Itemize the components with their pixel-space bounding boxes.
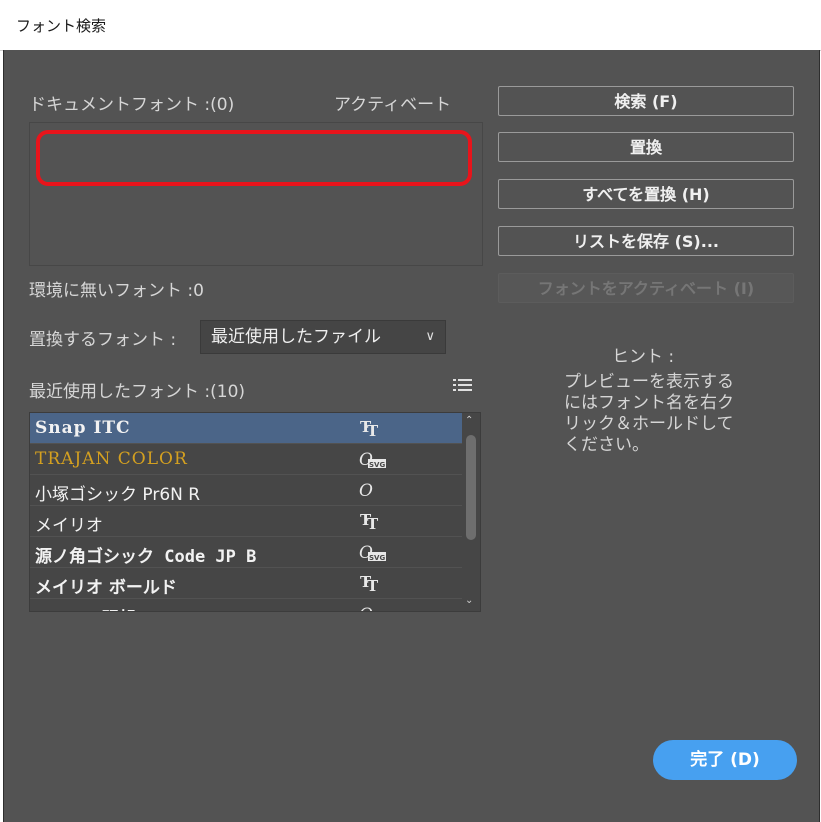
chevron-down-icon: ∨ — [425, 329, 435, 344]
truetype-icon: T T — [360, 573, 379, 594]
font-row-trajan-color[interactable]: TRAJAN COLOR O SVG — [30, 444, 462, 475]
truetype-icon: T T — [360, 511, 379, 532]
font-name: 小塚ゴシック Pr6N R — [35, 485, 201, 505]
opentype-svg-icon: O SVG — [359, 450, 386, 470]
svg-text:T: T — [367, 515, 379, 532]
hint-title: ヒント : — [612, 347, 675, 367]
window-title: フォント検索 — [16, 17, 107, 35]
font-row-snap-itc[interactable]: Snap ITC T T — [30, 413, 462, 444]
activate-fonts-button[interactable]: フォントをアクティベート (I) — [498, 273, 794, 303]
scroll-thumb[interactable] — [466, 435, 476, 540]
highlight-annotation — [36, 130, 472, 186]
recent-fonts-label: 最近使用したフォント :(10) — [29, 382, 246, 402]
svg-text:T: T — [367, 422, 379, 439]
missing-fonts-label: 環境に無いフォント :0 — [29, 281, 204, 301]
svg-text:SVG: SVG — [369, 554, 385, 562]
font-name: Adobe 明朝 Std L — [35, 604, 191, 611]
activate-column-label: アクティベート — [334, 95, 452, 115]
font-row-meiryo[interactable]: メイリオ T T — [30, 506, 462, 537]
document-fonts-list[interactable] — [29, 122, 483, 266]
scroll-up-icon[interactable]: ⌃ — [465, 415, 473, 426]
svg-text:T: T — [367, 577, 379, 594]
font-name: Snap ITC — [35, 418, 131, 438]
done-button[interactable]: 完了 (D) — [653, 740, 797, 780]
svg-text:O: O — [359, 481, 373, 501]
font-row-kozuka[interactable]: 小塚ゴシック Pr6N R O — [30, 475, 462, 506]
opentype-svg-icon: O SVG — [359, 543, 386, 563]
font-name: メイリオ — [35, 516, 103, 536]
font-list-scrollbar[interactable]: ⌃ ⌄ — [462, 413, 480, 611]
scroll-down-icon[interactable]: ⌄ — [465, 595, 473, 606]
truetype-icon: T T — [360, 418, 379, 439]
font-row-meiryo-bold[interactable]: メイリオ ボールド T T — [30, 568, 462, 599]
font-row-source-han-code[interactable]: 源ノ角ゴシック Code JP B O SVG — [30, 537, 462, 568]
document-fonts-label: ドキュメントフォント :(0) — [29, 95, 235, 115]
opentype-icon: O — [359, 605, 373, 612]
replace-with-dropdown[interactable]: 最近使用したファイル ∨ — [200, 320, 446, 354]
font-row-adobe-mincho[interactable]: Adobe 明朝 Std L O — [30, 599, 462, 612]
replace-button[interactable]: 置換 — [498, 132, 794, 162]
font-name: TRAJAN COLOR — [35, 449, 188, 469]
recent-fonts-list[interactable]: Snap ITC T T TRAJAN COLOR O SVG 小塚ゴシック P… — [29, 412, 481, 612]
find-button[interactable]: 検索 (F) — [498, 86, 794, 116]
find-font-dialog: ドキュメントフォント :(0) アクティベート 検索 (F) 置換 すべてを置換… — [3, 50, 820, 822]
opentype-icon: O — [359, 481, 373, 501]
title-bar: フォント検索 — [0, 0, 821, 51]
list-menu-icon[interactable] — [453, 378, 473, 392]
hint-text: プレビューを表示するにはフォント名を右クリック＆ホールドしてください。 — [564, 372, 734, 455]
font-name: 源ノ角ゴシック Code JP B — [35, 547, 257, 567]
svg-text:O: O — [359, 605, 373, 612]
save-list-button[interactable]: リストを保存 (S)... — [498, 226, 794, 256]
replace-with-label: 置換するフォント : — [29, 330, 177, 350]
svg-text:SVG: SVG — [369, 461, 385, 469]
replace-with-value: 最近使用したファイル — [211, 327, 381, 347]
replace-all-button[interactable]: すべてを置換 (H) — [498, 179, 794, 209]
font-name: メイリオ ボールド — [35, 578, 177, 598]
